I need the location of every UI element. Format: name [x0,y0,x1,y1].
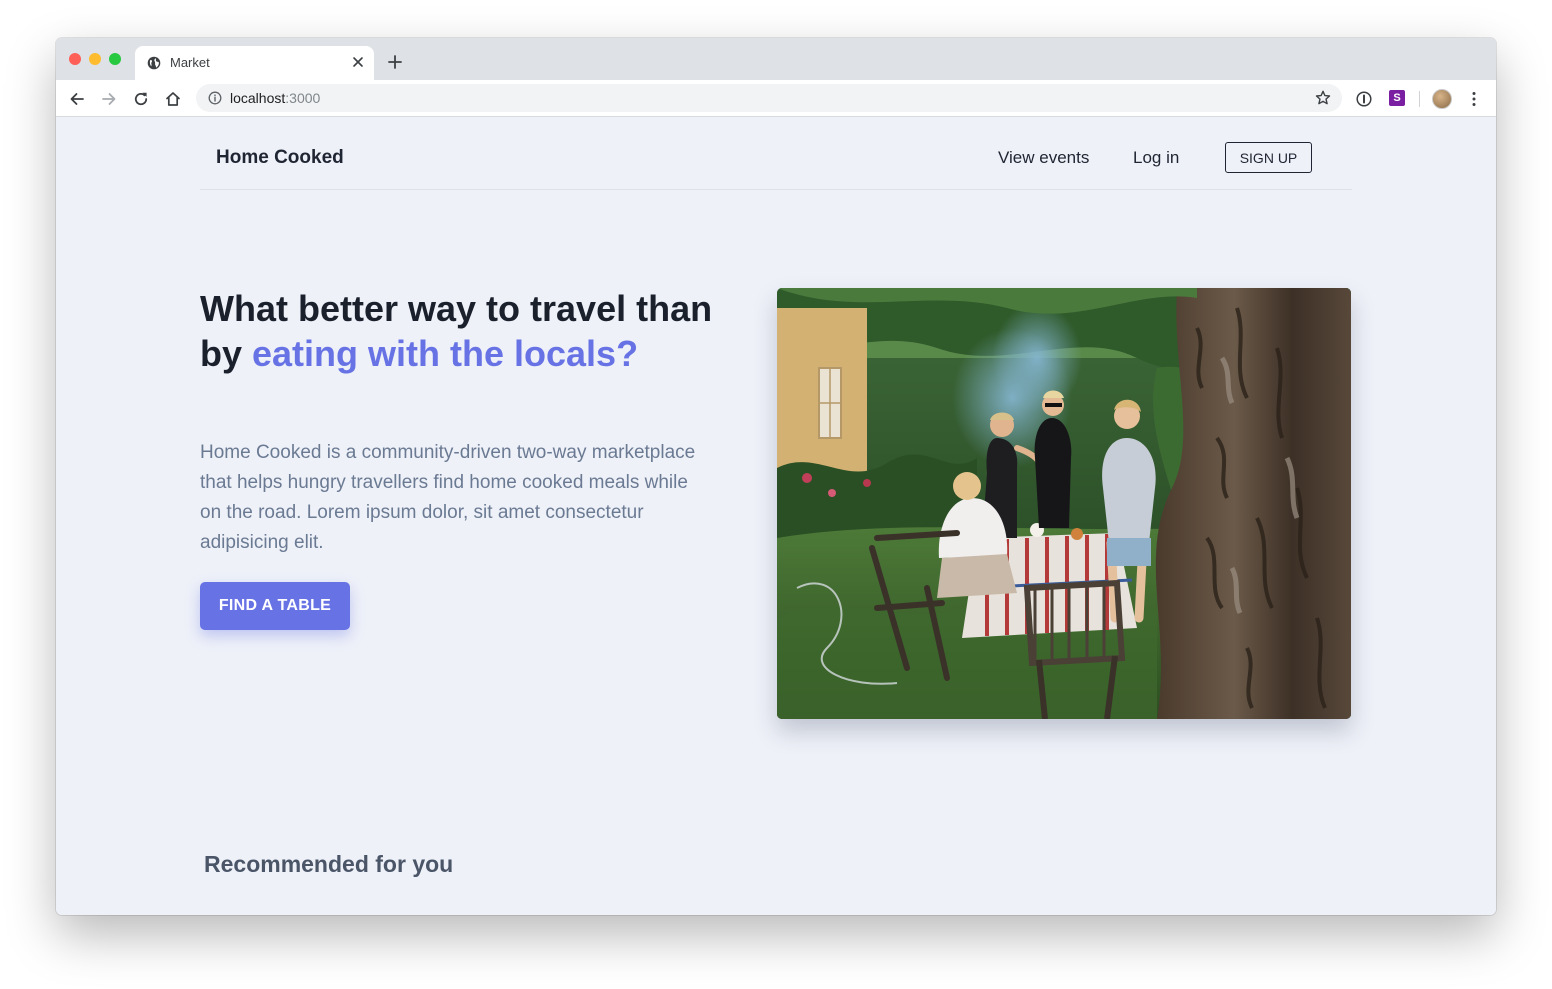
tab-strip: Market [56,38,1496,80]
find-a-table-button[interactable]: FIND A TABLE [200,582,350,630]
url-host: localhost [230,90,286,106]
browser-toolbar: localhost:3000 S [56,80,1496,117]
forward-arrow-icon[interactable] [100,90,118,108]
signup-button[interactable]: SIGN UP [1225,142,1312,173]
toolbar-divider [1419,91,1420,107]
star-icon[interactable] [1314,89,1332,107]
hero-heading: What better way to travel than by eating… [200,286,720,376]
nav-login-link[interactable]: Log in [1133,148,1179,168]
browser-window: Market localhost:3000 S Home Cooked View… [56,38,1496,915]
page-content: Home Cooked View events Log in SIGN UP W… [56,117,1496,915]
info-icon[interactable] [208,91,222,105]
profile-avatar[interactable] [1432,89,1452,109]
extension-s-icon[interactable]: S [1389,90,1405,106]
maximize-window-button[interactable] [109,53,121,65]
recommended-heading: Recommended for you [204,851,454,877]
brand-logo[interactable]: Home Cooked [216,147,344,169]
garden-dinner-photo [777,288,1351,719]
globe-icon [147,56,161,70]
tab-title: Market [170,55,210,70]
home-icon[interactable] [164,90,182,108]
hero-image [777,288,1351,719]
browser-tab[interactable]: Market [135,46,374,80]
hero-heading-accent: eating with the locals? [252,333,639,374]
back-arrow-icon[interactable] [68,90,86,108]
hero-description: Home Cooked is a community-driven two-wa… [200,442,696,553]
nav-view-events-link[interactable]: View events [998,148,1089,168]
url-text: localhost:3000 [230,90,320,106]
url-port: :3000 [285,90,321,106]
site-navbar: Home Cooked View events Log in SIGN UP [200,117,1352,190]
address-bar[interactable]: localhost:3000 [196,84,1342,112]
minimize-window-button[interactable] [89,53,101,65]
close-icon[interactable] [351,55,365,69]
kebab-menu-icon[interactable] [1465,90,1483,108]
password-extension-icon[interactable] [1355,90,1373,108]
plus-icon[interactable] [387,54,403,70]
close-window-button[interactable] [69,53,81,65]
reload-icon[interactable] [132,90,150,108]
